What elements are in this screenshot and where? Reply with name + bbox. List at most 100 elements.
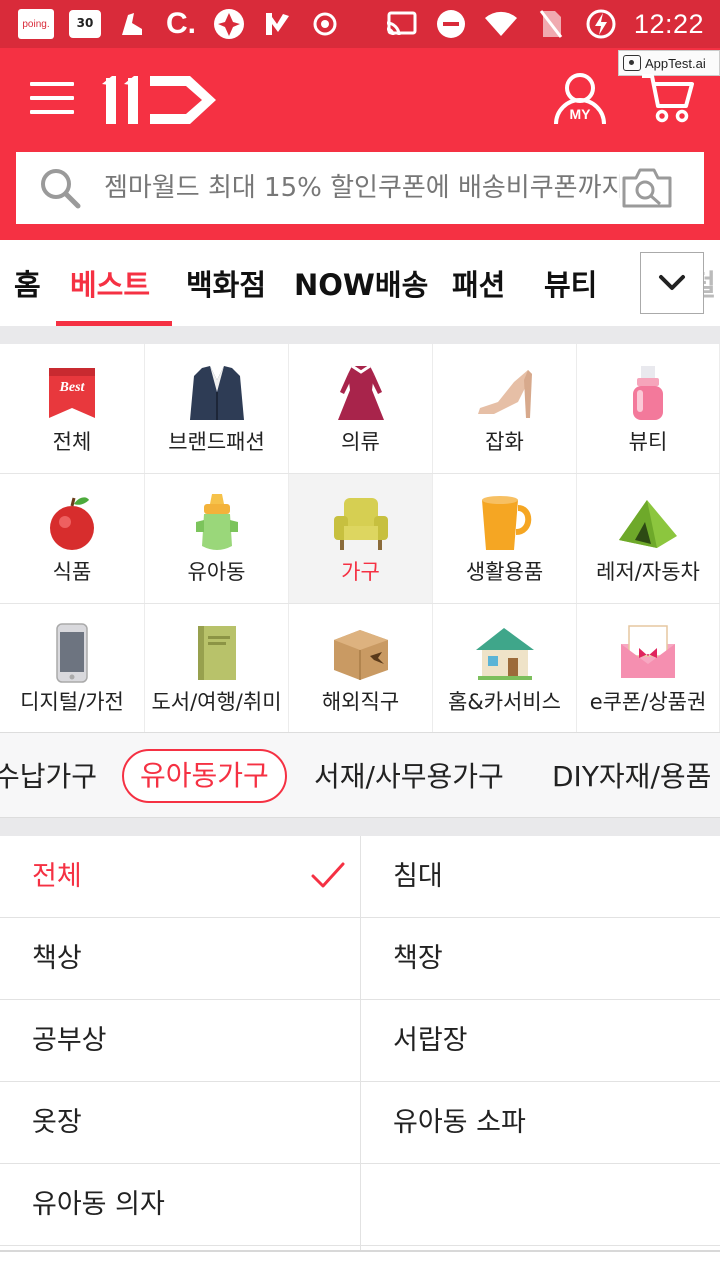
category-label: 의류 <box>341 430 380 454</box>
apple-icon <box>50 497 94 550</box>
calendar-notification-icon: 30 <box>68 8 102 40</box>
category-brand-fashion[interactable]: 브랜드패션 <box>145 344 289 473</box>
camera-search-icon[interactable] <box>620 166 674 210</box>
best-badge-text: Best <box>59 380 85 395</box>
app-header: AppTest.ai MY 젬마월드 최대 15% 할인쿠폰에 배송비쿠폰까지 <box>0 48 720 240</box>
smartphone-icon <box>56 623 88 683</box>
house-icon <box>475 628 534 680</box>
list-item-study-table[interactable]: 공부상 <box>32 1000 352 1082</box>
status-bar: poing. 30 C. 12:22 <box>0 0 720 48</box>
section-divider <box>0 818 720 836</box>
sneaker-icon <box>116 8 150 40</box>
category-label: 잡화 <box>485 430 524 454</box>
chip-study-office-furniture[interactable]: 서재/사무용가구 <box>314 755 504 795</box>
list-row: 공부상 서랍장 <box>0 1000 720 1082</box>
tab-fashion[interactable]: 패션 <box>452 262 505 304</box>
search-icon[interactable] <box>38 166 82 210</box>
category-digital-appliance[interactable]: 디지털/가전 <box>0 604 145 734</box>
category-clothing[interactable]: 의류 <box>289 344 433 473</box>
my-page-button[interactable]: MY <box>552 70 608 130</box>
baby-bottle-icon <box>195 494 238 550</box>
category-accessories[interactable]: 잡화 <box>433 344 577 473</box>
subcategory-chips: 수납가구 유아동가구 서재/사무용가구 DIY자재/용품 <box>0 732 720 818</box>
category-label: 레저/자동차 <box>596 560 700 584</box>
category-label: 디지털/가전 <box>20 690 124 714</box>
cart-icon <box>642 74 694 123</box>
category-label: 전체 <box>52 430 92 454</box>
chip-diy-materials[interactable]: DIY자재/용품 <box>552 755 711 795</box>
clock: 12:22 <box>633 8 704 39</box>
poing-label: poing. <box>22 18 50 30</box>
category-kids[interactable]: 유아동 <box>145 474 289 603</box>
maple-leaf-icon <box>212 8 246 40</box>
category-label: 브랜드패션 <box>168 430 265 454</box>
list-item-empty <box>393 1164 693 1246</box>
category-leisure-auto[interactable]: 레저/자동차 <box>577 474 720 603</box>
no-sim-icon <box>534 8 568 40</box>
chevron-down-icon <box>659 275 685 290</box>
cosmetic-bottle-icon <box>633 366 663 420</box>
parcel-box-icon <box>333 630 388 680</box>
list-item-kids-chair[interactable]: 유아동 의자 <box>32 1164 352 1246</box>
list-item-drawer[interactable]: 서랍장 <box>393 1000 693 1082</box>
category-books-travel-hobby[interactable]: 도서/여행/취미 <box>145 604 289 734</box>
category-overseas-direct[interactable]: 해외직구 <box>289 604 433 734</box>
category-label: 도서/여행/취미 <box>151 690 282 714</box>
high-heel-icon <box>477 370 532 418</box>
tab-now-delivery[interactable]: NOW배송 <box>294 262 428 304</box>
list-item-wardrobe[interactable]: 옷장 <box>32 1082 352 1164</box>
category-grid: Best 전체 브랜드패션 의류 잡화 뷰티 식품 유아동 가구 생활용품 레저… <box>0 344 720 734</box>
check-icon <box>311 862 345 888</box>
category-beauty[interactable]: 뷰티 <box>577 344 720 473</box>
apptest-label: AppTest.ai <box>645 55 706 71</box>
list-row: 책상 책장 <box>0 918 720 1000</box>
record-icon <box>308 8 342 40</box>
category-label: 생활용품 <box>465 560 544 584</box>
category-home-car-service[interactable]: 홈&카서비스 <box>433 604 577 734</box>
category-ecoupon-giftcard[interactable]: e쿠폰/상품권 <box>577 604 720 734</box>
tab-beauty[interactable]: 뷰티 <box>544 262 597 304</box>
suit-jacket-icon <box>189 366 244 420</box>
dress-icon <box>337 364 384 420</box>
tab-best[interactable]: 베스트 <box>70 262 150 304</box>
record-icon <box>623 55 641 71</box>
subcategory-list: 전체 침대 책상 책장 공부상 서랍장 옷장 유아동 소파 유아동 의자 <box>0 836 720 1252</box>
category-label: 해외직구 <box>321 690 400 714</box>
tab-department-store[interactable]: 백화점 <box>186 262 266 304</box>
mug-icon <box>481 496 531 550</box>
list-item-bookshelf[interactable]: 책장 <box>393 918 693 1000</box>
list-item-all[interactable]: 전체 <box>32 836 352 918</box>
category-label: 유아동 <box>187 560 246 584</box>
category-all[interactable]: Best 전체 <box>0 344 145 473</box>
list-item-kids-sofa[interactable]: 유아동 소파 <box>393 1082 693 1164</box>
chip-storage-furniture[interactable]: 수납가구 <box>0 755 97 795</box>
chip-kids-furniture[interactable]: 유아동가구 <box>122 749 287 803</box>
armchair-icon <box>333 498 388 550</box>
category-household[interactable]: 생활용품 <box>433 474 577 603</box>
cart-button[interactable] <box>640 70 696 126</box>
search-bar[interactable]: 젬마월드 최대 15% 할인쿠폰에 배송비쿠폰까지 <box>16 152 704 224</box>
category-furniture[interactable]: 가구 <box>289 474 433 603</box>
tabs-expand-button[interactable] <box>640 252 704 314</box>
list-item-desk[interactable]: 책상 <box>32 918 352 1000</box>
category-label: e쿠폰/상품권 <box>589 690 707 714</box>
gift-envelope-icon <box>621 625 675 678</box>
category-food[interactable]: 식품 <box>0 474 145 603</box>
search-input[interactable]: 젬마월드 최대 15% 할인쿠폰에 배송비쿠폰까지 <box>104 152 620 224</box>
book-icon <box>197 626 236 680</box>
my-label: MY <box>569 106 591 122</box>
hamburger-menu-button[interactable] <box>30 82 74 118</box>
wifi-icon <box>484 8 518 40</box>
do-not-disturb-icon <box>434 8 468 40</box>
category-label: 뷰티 <box>628 430 668 454</box>
11st-logo[interactable] <box>102 72 220 128</box>
c-app-icon: C. <box>166 7 196 40</box>
bottom-divider <box>0 1250 720 1252</box>
list-row: 유아동 의자 <box>0 1164 720 1246</box>
battery-charging-icon <box>584 8 618 40</box>
category-label: 식품 <box>52 560 92 584</box>
check-flag-icon <box>260 8 294 40</box>
tab-home[interactable]: 홈 <box>14 262 41 304</box>
list-item-bed[interactable]: 침대 <box>393 836 693 918</box>
category-tabs: 홈 베스트 백화점 NOW배송 패션 뷰티 디지털 <box>0 240 720 326</box>
